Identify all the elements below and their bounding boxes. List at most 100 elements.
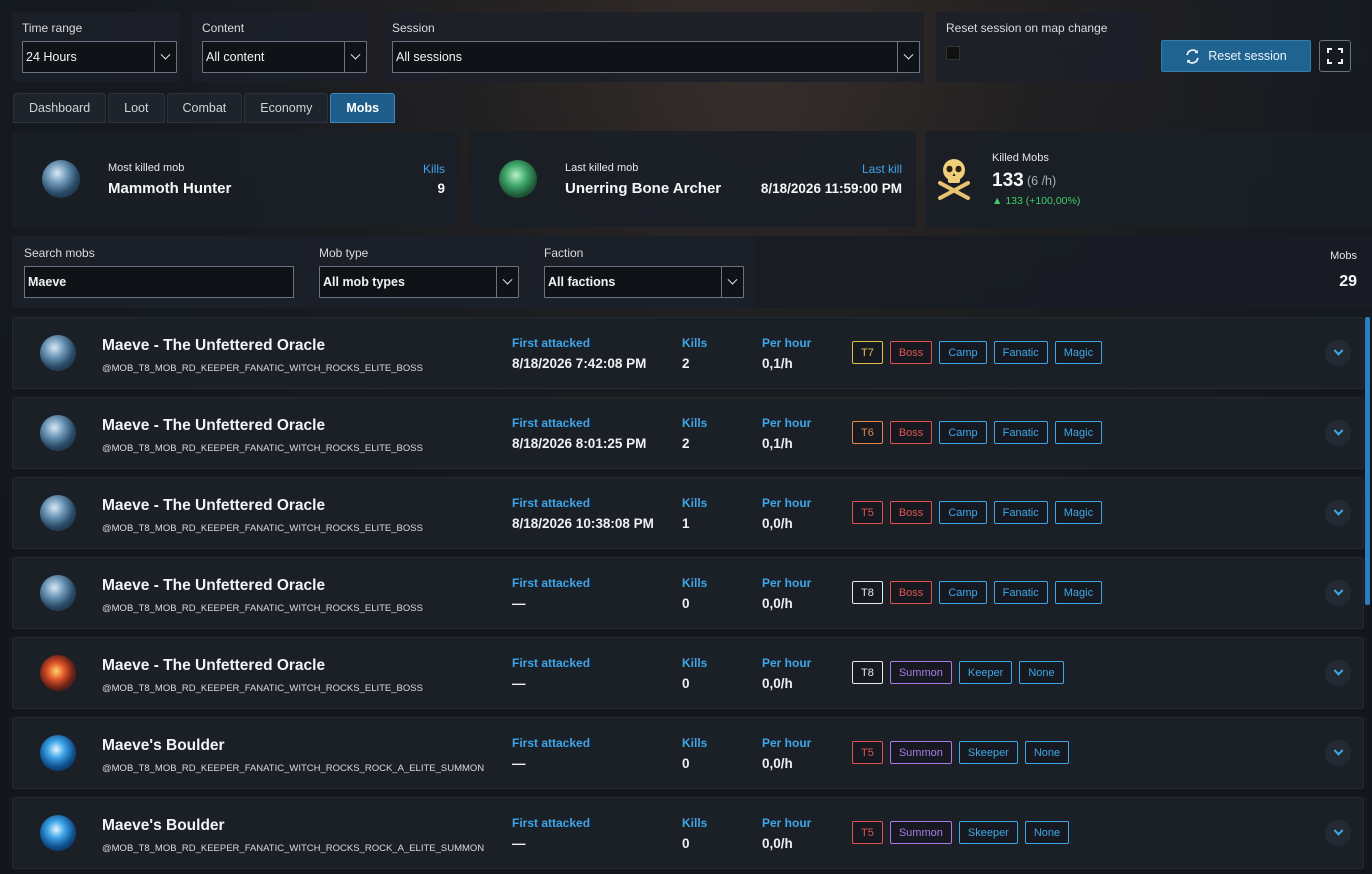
first-attacked-label: First attacked — [512, 816, 591, 830]
arrow-up-icon: ▲ — [992, 195, 1006, 207]
chevron-down-icon[interactable] — [154, 42, 176, 72]
content-select[interactable]: All content — [202, 41, 367, 73]
tag-boss: Boss — [889, 581, 933, 604]
expand-button[interactable] — [1325, 340, 1351, 366]
last-kill-label: Last kill — [861, 162, 902, 176]
most-killed-kills-label: Kills — [422, 162, 445, 176]
first-attacked-value: — — [512, 756, 526, 771]
reset-session-button[interactable]: Reset session — [1161, 40, 1311, 72]
session-select[interactable]: All sessions — [392, 41, 920, 73]
tag-magic: Magic — [1054, 501, 1103, 524]
chevron-down-icon[interactable] — [721, 267, 743, 297]
tab-dashboard[interactable]: Dashboard — [13, 93, 107, 123]
kills-value: 0 — [682, 676, 690, 691]
bone-archer-icon — [499, 160, 537, 198]
mob-row[interactable]: Maeve's Boulder @MOB_T8_MOB_RD_KEEPER_FAN… — [12, 717, 1364, 789]
mob-row[interactable]: Maeve's Boulder @MOB_T8_MOB_RD_KEEPER_FAN… — [12, 797, 1364, 869]
mob-type-label: Mob type — [319, 246, 369, 260]
killed-mobs-rate: (6 /h) — [1027, 174, 1057, 188]
first-attacked-label: First attacked — [512, 496, 591, 510]
tag-t5: T5 — [852, 501, 883, 524]
kills-value: 0 — [682, 836, 690, 851]
tab-loot[interactable]: Loot — [108, 93, 165, 123]
killed-mobs-count: 133 — [992, 170, 1024, 191]
fire-oracle-icon — [40, 655, 76, 691]
tag-skeeper: Skeeper — [958, 741, 1018, 764]
tab-mobs[interactable]: Mobs — [330, 93, 396, 123]
mob-row[interactable]: Maeve - The Unfettered Oracle @MOB_T8_MOB… — [12, 557, 1364, 629]
content-label: Content — [202, 21, 245, 35]
first-attacked-label: First attacked — [512, 736, 591, 750]
mob-row[interactable]: Maeve - The Unfettered Oracle @MOB_T8_MOB… — [12, 637, 1364, 709]
expand-button[interactable] — [1325, 580, 1351, 606]
most-killed-kills-value: 9 — [437, 181, 445, 196]
per-hour-label: Per hour — [762, 816, 812, 830]
tag-camp: Camp — [939, 581, 987, 604]
mob-name: Maeve - The Unfettered Oracle — [102, 577, 326, 594]
first-attacked-value: — — [512, 676, 526, 691]
scrollbar[interactable] — [1365, 317, 1370, 605]
reset-on-map-checkbox[interactable] — [946, 46, 960, 60]
expand-button[interactable] — [1325, 500, 1351, 526]
first-attacked-value: — — [512, 836, 526, 851]
time-range-group: Time range 24 Hours — [12, 12, 180, 82]
mob-row[interactable]: Maeve - The Unfettered Oracle @MOB_T8_MOB… — [12, 317, 1364, 389]
mob-row[interactable]: Maeve - The Unfettered Oracle @MOB_T8_MOB… — [12, 397, 1364, 469]
tab-combat[interactable]: Combat — [166, 93, 243, 123]
time-range-value: 24 Hours — [26, 50, 77, 64]
tag-magic: Magic — [1054, 581, 1103, 604]
per-hour-value: 0,1/h — [762, 436, 793, 451]
faction-value: All factions — [548, 275, 616, 289]
mob-name: Maeve - The Unfettered Oracle — [102, 657, 326, 674]
tag-list: T5 Summon Skeeper None — [852, 821, 1070, 844]
oracle-icon — [40, 415, 76, 451]
tag-t5: T5 — [852, 821, 883, 844]
mob-type-select[interactable]: All mob types — [319, 266, 519, 298]
mob-row[interactable]: Maeve - The Unfettered Oracle @MOB_T8_MOB… — [12, 477, 1364, 549]
kills-label: Kills — [682, 736, 708, 750]
per-hour-label: Per hour — [762, 576, 812, 590]
faction-select[interactable]: All factions — [544, 266, 744, 298]
tag-t7: T7 — [852, 341, 883, 364]
expand-button[interactable] — [1325, 660, 1351, 686]
first-attacked-value: 8/18/2026 8:01:25 PM — [512, 436, 647, 451]
faction-group: Faction All factions — [532, 236, 756, 308]
chevron-down-icon — [1333, 585, 1343, 596]
search-mobs-input[interactable]: Maeve — [24, 266, 294, 298]
chevron-down-icon — [1333, 745, 1343, 756]
per-hour-label: Per hour — [762, 736, 812, 750]
kills-value: 1 — [682, 516, 690, 531]
tag-boss: Boss — [889, 501, 933, 524]
chevron-down-icon[interactable] — [496, 267, 518, 297]
first-attacked-label: First attacked — [512, 656, 591, 670]
tag-list: T8 Boss Camp Fanatic Magic — [852, 581, 1103, 604]
tab-economy[interactable]: Economy — [244, 93, 329, 123]
mob-id: @MOB_T8_MOB_RD_KEEPER_FANATIC_WITCH_ROCK… — [102, 603, 423, 614]
chevron-down-icon[interactable] — [897, 42, 919, 72]
chevron-down-icon — [1333, 825, 1343, 836]
tag-list: T6 Boss Camp Fanatic Magic — [852, 421, 1103, 444]
session-value: All sessions — [396, 50, 462, 64]
first-attacked-value: — — [512, 596, 526, 611]
tag-fanatic: Fanatic — [993, 581, 1048, 604]
per-hour-label: Per hour — [762, 496, 812, 510]
expand-button[interactable] — [1325, 420, 1351, 446]
chevron-down-icon[interactable] — [344, 42, 366, 72]
fullscreen-button[interactable] — [1319, 40, 1351, 72]
tab-bar: Dashboard Loot Combat Economy Mobs — [13, 93, 396, 123]
tag-fanatic: Fanatic — [993, 341, 1048, 364]
kills-label: Kills — [682, 416, 708, 430]
per-hour-value: 0,0/h — [762, 836, 793, 851]
content-group: Content All content — [192, 12, 370, 82]
first-attacked-label: First attacked — [512, 336, 591, 350]
mob-name: Maeve - The Unfettered Oracle — [102, 417, 326, 434]
time-range-select[interactable]: 24 Hours — [22, 41, 177, 73]
chevron-down-icon — [1333, 345, 1343, 356]
tag-none: None — [1024, 821, 1070, 844]
per-hour-value: 0,0/h — [762, 676, 793, 691]
expand-button[interactable] — [1325, 740, 1351, 766]
last-killed-name: Unerring Bone Archer — [565, 180, 722, 197]
tag-magic: Magic — [1054, 341, 1103, 364]
expand-button[interactable] — [1325, 820, 1351, 846]
time-range-label: Time range — [22, 21, 83, 35]
